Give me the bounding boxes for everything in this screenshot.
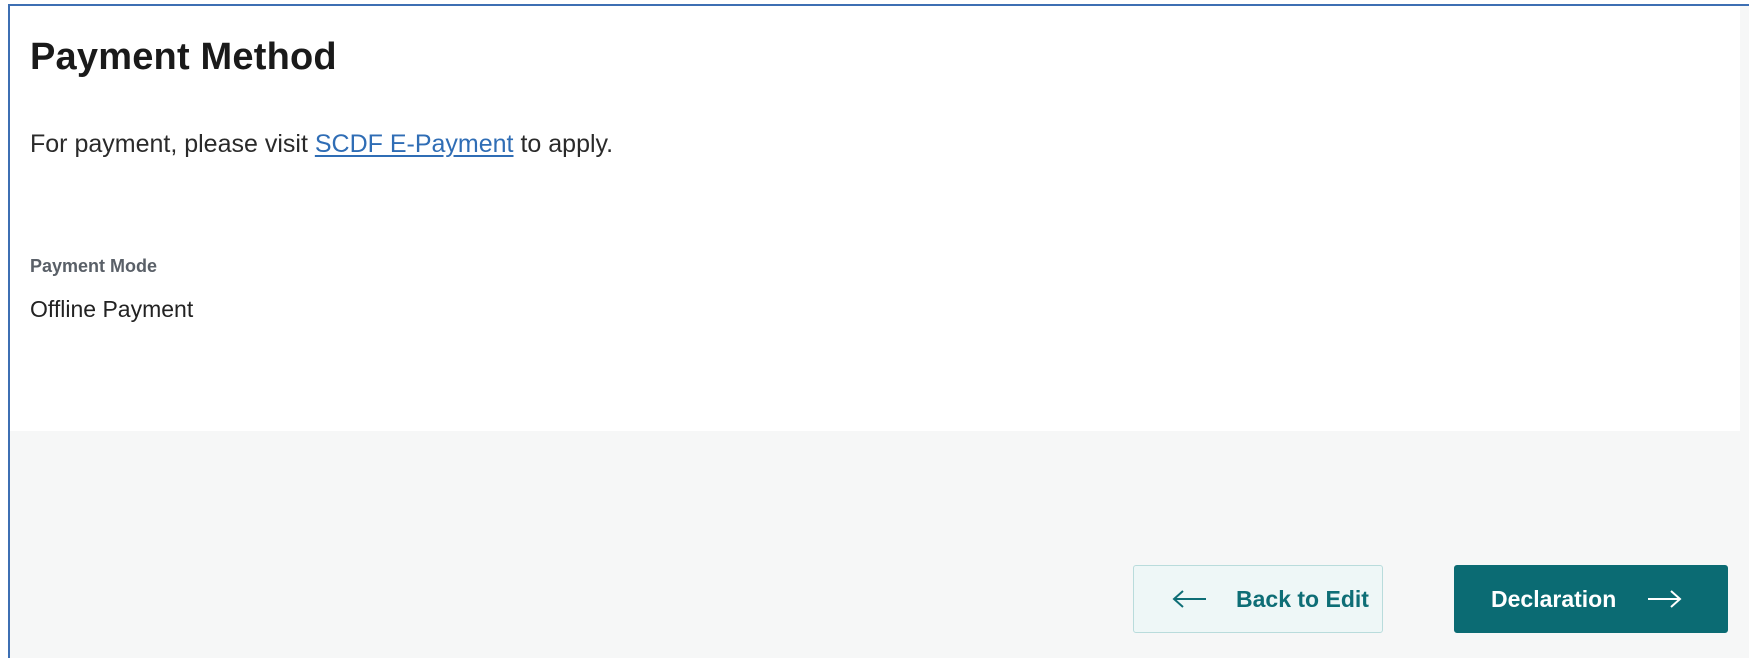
payment-instructions: For payment, please visit SCDF E-Payment… (30, 130, 613, 159)
page-title: Payment Method (30, 36, 337, 78)
instructions-suffix: to apply. (513, 130, 614, 158)
payment-mode-label: Payment Mode (30, 256, 158, 276)
arrow-right-icon (1646, 589, 1682, 609)
instructions-prefix: For payment, please visit (30, 130, 315, 158)
declaration-label: Declaration (1491, 585, 1617, 612)
page-frame: Payment Method For payment, please visit… (8, 4, 1749, 658)
scdf-epayment-link[interactable]: SCDF E-Payment (315, 130, 514, 158)
back-to-edit-button[interactable]: Back to Edit (1133, 565, 1383, 633)
declaration-button[interactable]: Declaration (1454, 565, 1728, 633)
payment-method-card: Payment Method For payment, please visit… (10, 6, 1740, 431)
back-to-edit-label: Back to Edit (1236, 585, 1369, 612)
payment-mode-value: Offline Payment (30, 296, 194, 322)
arrow-left-icon (1172, 589, 1208, 609)
